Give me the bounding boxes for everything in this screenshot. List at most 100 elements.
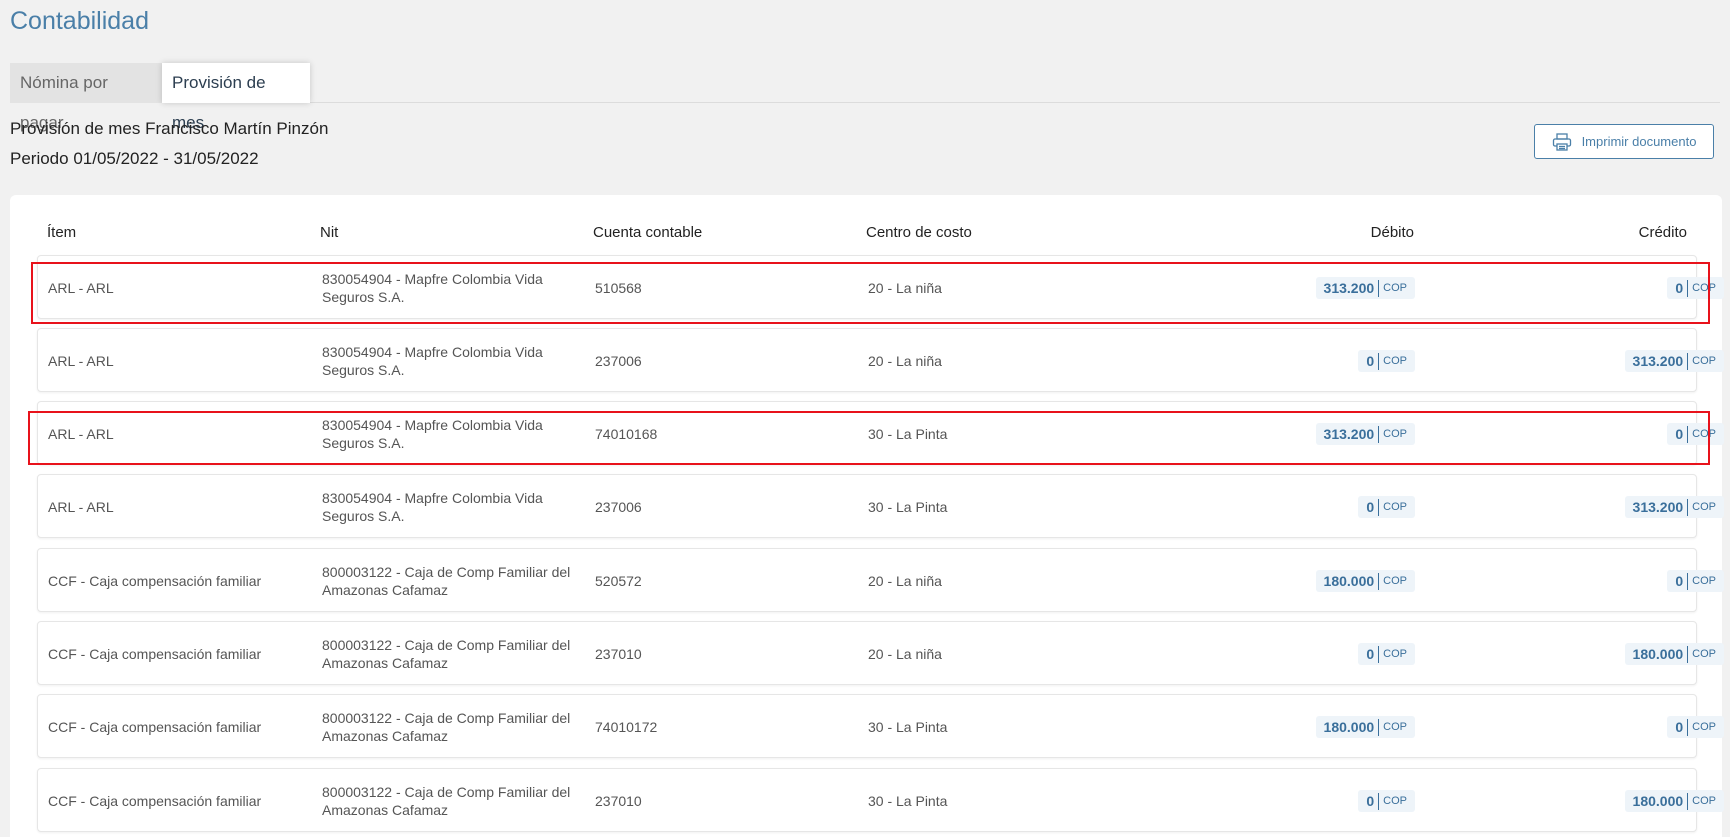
debit-value: 0 (1366, 353, 1375, 369)
currency-code: COP (1383, 501, 1407, 513)
row-debito: 180.000 COP (1128, 549, 1415, 613)
row-cuenta-contable: 74010168 (595, 426, 658, 442)
row-centro-de-costo: 20 - La niña (868, 353, 942, 369)
column-header-debito: Débito (1370, 224, 1414, 241)
row-cuenta-contable: 237006 (595, 353, 642, 369)
table-row: ARL - ARL 830054904 - Mapfre Colombia Vid… (37, 401, 1724, 466)
row-cuenta-contable: 74010172 (595, 719, 658, 735)
row-nit: 830054904 - Mapfre Colombia Vida Seguros… (322, 344, 543, 378)
row-nit: 830054904 - Mapfre Colombia Vida Seguros… (322, 271, 543, 305)
debit-value: 313.200 (1323, 280, 1375, 296)
currency-code: COP (1692, 501, 1716, 513)
row-centro-de-costo: 30 - La Pinta (868, 426, 948, 442)
document-period: Periodo 01/05/2022 - 31/05/2022 (10, 149, 259, 168)
credit-amount: 180.000 COP (1624, 790, 1724, 812)
table-row: ARL - ARL 830054904 - Mapfre Colombia Vid… (37, 328, 1724, 393)
row-debito: 0 COP (1128, 475, 1415, 539)
currency-separator (1378, 498, 1380, 516)
currency-separator (1687, 718, 1689, 736)
print-document-label: Imprimir documento (1581, 134, 1697, 149)
credit-value: 313.200 (1632, 353, 1684, 369)
currency-separator (1378, 425, 1380, 443)
debit-value: 313.200 (1323, 426, 1375, 442)
row-nit: 830054904 - Mapfre Colombia Vida Seguros… (322, 490, 543, 524)
row-item: CCF - Caja compensación familiar (48, 719, 262, 735)
currency-separator (1378, 572, 1380, 590)
row-credito: 0 COP (1431, 402, 1724, 466)
credit-amount: 0 COP (1667, 277, 1724, 299)
column-header-item: Ítem (47, 224, 77, 241)
row-item: ARL - ARL (48, 280, 114, 296)
debit-value: 180.000 (1323, 573, 1375, 589)
credit-amount: 0 COP (1667, 716, 1724, 738)
credit-value: 0 (1675, 719, 1684, 735)
credit-value: 0 (1675, 280, 1684, 296)
table-row: CCF - Caja compensación familiar 80000312… (37, 694, 1724, 759)
row-nit: 830054904 - Mapfre Colombia Vida Seguros… (322, 417, 543, 451)
currency-separator (1378, 352, 1380, 370)
credit-value: 180.000 (1632, 646, 1684, 662)
row-item: CCF - Caja compensación familiar (48, 646, 262, 662)
row-item: ARL - ARL (48, 426, 114, 442)
debit-amount: 0 COP (1358, 350, 1415, 372)
row-centro-de-costo: 20 - La niña (868, 280, 942, 296)
debit-value: 0 (1366, 793, 1375, 809)
currency-code: COP (1383, 795, 1407, 807)
row-credito: 0 COP (1431, 256, 1724, 320)
currency-code: COP (1383, 721, 1407, 733)
currency-code: COP (1383, 355, 1407, 367)
print-document-button[interactable]: Imprimir documento (1534, 124, 1714, 159)
debit-amount: 313.200 COP (1315, 423, 1415, 445)
currency-code: COP (1383, 575, 1407, 587)
currency-code: COP (1383, 428, 1407, 440)
debit-amount: 0 COP (1358, 643, 1415, 665)
row-nit: 800003122 - Caja de Comp Familiar del Am… (322, 637, 571, 671)
currency-separator (1687, 352, 1689, 370)
row-cuenta-contable: 237006 (595, 499, 642, 515)
column-header-credito: Crédito (1638, 224, 1687, 241)
row-centro-de-costo: 20 - La niña (868, 646, 942, 662)
credit-amount: 0 COP (1667, 423, 1724, 445)
currency-separator (1378, 645, 1380, 663)
tab-nomina-por-pagar[interactable]: Nómina por pagar (10, 63, 162, 132)
row-debito: 0 COP (1128, 769, 1415, 833)
currency-separator (1378, 279, 1380, 297)
row-debito: 0 COP (1128, 329, 1415, 393)
row-cuenta-contable: 237010 (595, 793, 642, 809)
currency-code: COP (1692, 721, 1716, 733)
debit-amount: 180.000 COP (1315, 716, 1415, 738)
row-debito: 180.000 COP (1128, 695, 1415, 759)
table-row: CCF - Caja compensación familiar 80000312… (37, 768, 1724, 833)
row-credito: 313.200 COP (1431, 475, 1724, 539)
table-header: Ítem Nit Cuenta contable Centro de costo… (37, 224, 1697, 244)
credit-amount: 0 COP (1667, 570, 1724, 592)
row-credito: 313.200 COP (1431, 329, 1724, 393)
row-centro-de-costo: 30 - La Pinta (868, 719, 948, 735)
table-row: CCF - Caja compensación familiar 80000312… (37, 621, 1724, 686)
currency-separator (1378, 792, 1380, 810)
currency-code: COP (1692, 428, 1716, 440)
tab-provision-de-mes[interactable]: Provisión de mes (162, 63, 310, 132)
currency-code: COP (1692, 575, 1716, 587)
row-debito: 313.200 COP (1128, 402, 1415, 466)
currency-separator (1687, 498, 1689, 516)
column-header-nit: Nit (320, 224, 339, 241)
currency-separator (1687, 792, 1689, 810)
row-debito: 0 COP (1128, 622, 1415, 686)
debit-amount: 180.000 COP (1315, 570, 1415, 592)
debit-amount: 313.200 COP (1315, 277, 1415, 299)
document-title: Provisión de mes Francisco Martín Pinzón (10, 119, 329, 138)
table-row: ARL - ARL 830054904 - Mapfre Colombia Vid… (37, 474, 1724, 539)
column-header-centro-de-costo: Centro de costo (866, 224, 972, 241)
credit-value: 180.000 (1632, 793, 1684, 809)
row-item: CCF - Caja compensación familiar (48, 793, 262, 809)
currency-separator (1687, 425, 1689, 443)
currency-code: COP (1383, 648, 1407, 660)
row-item: CCF - Caja compensación familiar (48, 573, 262, 589)
credit-amount: 180.000 COP (1624, 643, 1724, 665)
row-nit: 800003122 - Caja de Comp Familiar del Am… (322, 710, 571, 744)
row-centro-de-costo: 30 - La Pinta (868, 793, 948, 809)
row-item: ARL - ARL (48, 353, 114, 369)
credit-amount: 313.200 COP (1624, 350, 1724, 372)
debit-value: 0 (1366, 499, 1375, 515)
